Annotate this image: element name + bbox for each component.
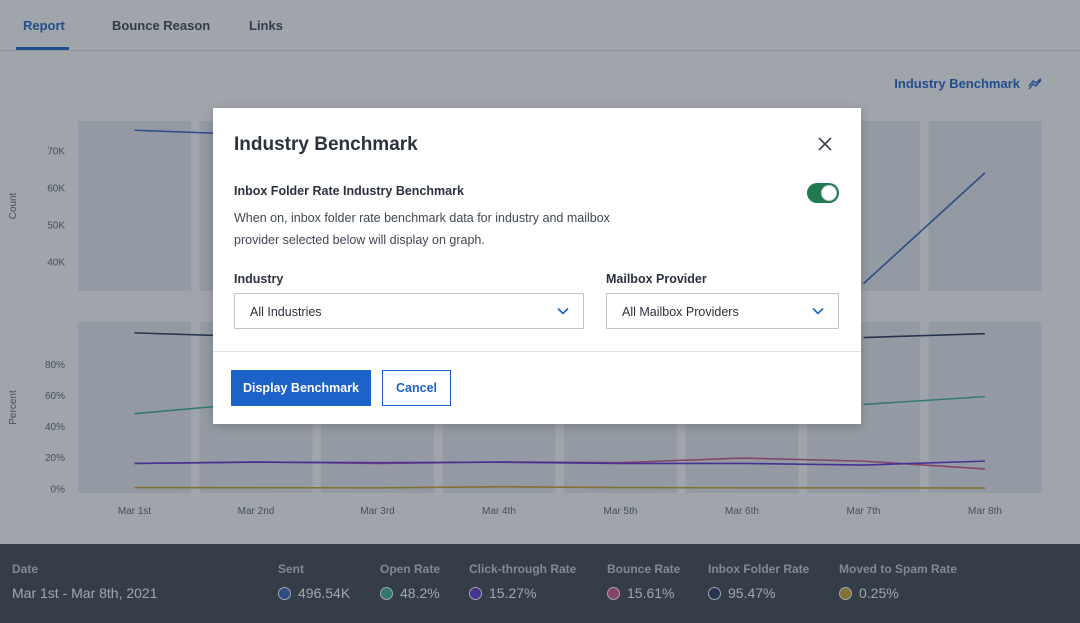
close-icon[interactable] [817,136,833,152]
modal-divider [213,351,861,352]
industry-label: Industry [234,272,284,286]
display-benchmark-button[interactable]: Display Benchmark [231,370,371,406]
modal-title: Industry Benchmark [234,134,418,155]
cancel-button[interactable]: Cancel [382,370,451,406]
mailbox-provider-label: Mailbox Provider [606,272,707,286]
industry-select[interactable]: All Industries [234,293,584,329]
industry-select-value: All Industries [250,305,322,319]
mailbox-provider-select[interactable]: All Mailbox Providers [606,293,839,329]
industry-benchmark-modal: Industry Benchmark Inbox Folder Rate Ind… [213,108,861,424]
toggle-knob [821,185,837,201]
chevron-down-icon [812,307,824,315]
benchmark-toggle-description: When on, inbox folder rate benchmark dat… [234,211,610,247]
benchmark-toggle[interactable] [807,183,839,203]
mailbox-provider-select-value: All Mailbox Providers [622,305,739,319]
chevron-down-icon [557,307,569,315]
benchmark-toggle-label: Inbox Folder Rate Industry Benchmark [234,184,464,198]
